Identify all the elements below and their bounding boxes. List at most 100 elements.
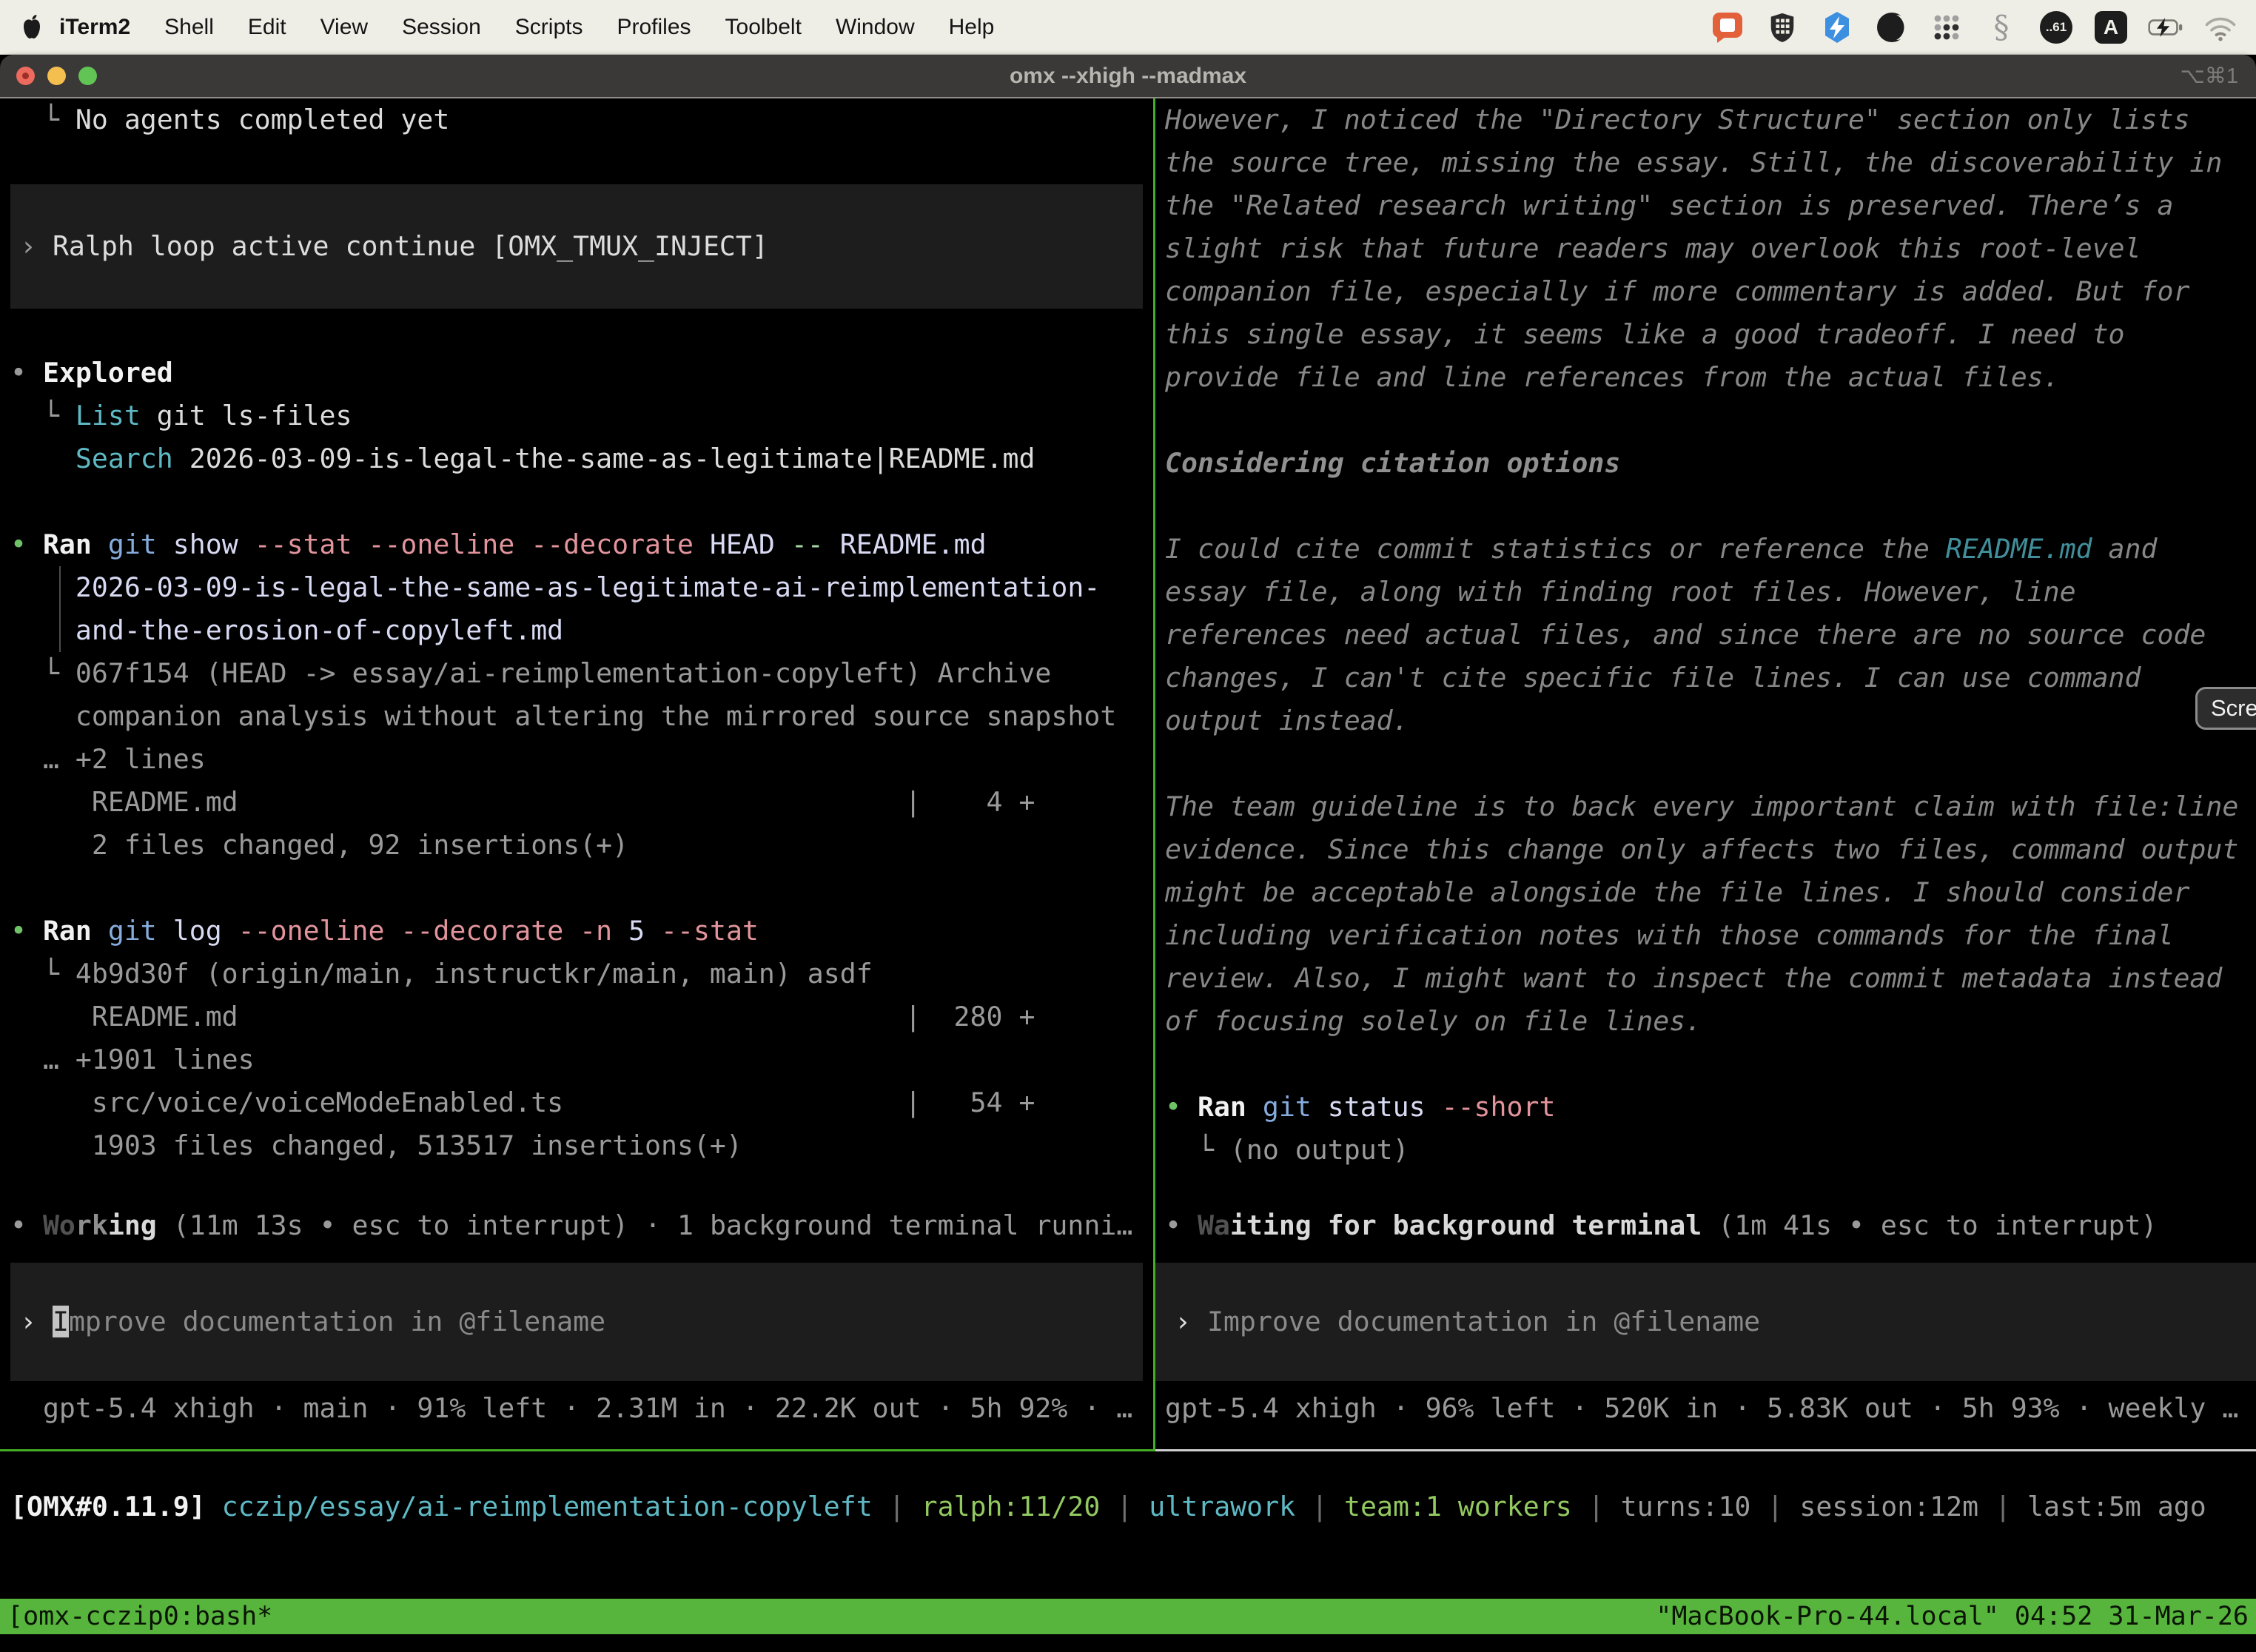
zoom-button[interactable]	[78, 67, 97, 85]
spacing	[1165, 399, 2256, 442]
text-cursor: I	[53, 1306, 69, 1337]
a-icon[interactable]: A	[2093, 10, 2129, 45]
terminal-line: └ (no output)	[1165, 1129, 2256, 1172]
spacing	[10, 1381, 1153, 1387]
menu-shell[interactable]: Shell	[147, 15, 231, 40]
hexagon-bolt-icon[interactable]	[1819, 10, 1855, 45]
spacing	[1165, 1381, 2256, 1387]
terminal-line: However, I noticed the "Directory Struct…	[1165, 98, 2256, 141]
squiggle-icon[interactable]: §	[1984, 10, 2019, 45]
pane-bottom-border	[0, 1449, 2256, 1451]
terminal-line: evidence. Since this change only affects…	[1165, 828, 2256, 871]
terminal-line: of focusing solely on file lines.	[1165, 1000, 2256, 1043]
terminal-line: the "Related research writing" section i…	[1165, 184, 2256, 227]
menu-edit[interactable]: Edit	[231, 15, 303, 40]
terminal-line: gpt-5.4 xhigh · 96% left · 520K in · 5.8…	[1165, 1387, 2256, 1430]
terminal-line: gpt-5.4 xhigh · main · 91% left · 2.31M …	[10, 1387, 1153, 1430]
terminal-line: [OMX#0.11.9] cczip/essay/ai-reimplementa…	[10, 1485, 2256, 1528]
window-controls	[16, 55, 97, 97]
prompt-input[interactable]: › Improve documentation in @filename	[10, 1263, 1143, 1381]
crescent-icon[interactable]	[1874, 10, 1910, 45]
screen: iTerm2ShellEditViewSessionScriptsProfile…	[0, 0, 2256, 1652]
terminal-line: src/voice/voiceModeEnabled.ts | 54 +	[10, 1081, 1153, 1124]
tmux-status-bar: [omx-cczip0:bash* "MacBook-Pro-44.local"…	[0, 1599, 2256, 1634]
spacing	[10, 1247, 1153, 1263]
dot-grid-icon[interactable]	[1929, 10, 1964, 45]
spacing	[1165, 485, 2256, 528]
menu-session[interactable]: Session	[385, 15, 498, 40]
wifi-icon[interactable]	[2203, 10, 2238, 45]
shield-icon[interactable]	[1765, 10, 1800, 45]
terminal-line: … +2 lines	[10, 738, 1153, 781]
window-shortcut-hint: ⌥⌘1	[2180, 63, 2238, 89]
prompt-input[interactable]: › Improve documentation in @filename	[1155, 1263, 2256, 1381]
terminal-line: and-the-erosion-of-copyleft.md	[10, 609, 1153, 652]
terminal-line: changes, I can't cite specific file line…	[1165, 657, 2256, 699]
terminal-line: › Improve documentation in @filename	[20, 1300, 1143, 1343]
chat-app-icon[interactable]	[1710, 10, 1745, 45]
terminal-line: including verification notes with those …	[1165, 914, 2256, 957]
spacing	[10, 141, 1153, 184]
spacing	[10, 480, 1153, 523]
terminal-line: I could cite commit statistics or refere…	[1165, 528, 2256, 571]
menu-toolbelt[interactable]: Toolbelt	[708, 15, 819, 40]
badge-61-icon[interactable]: ..61	[2038, 10, 2074, 45]
flex-spacer	[10, 1167, 1153, 1204]
svg-text:§: §	[1994, 10, 2010, 45]
terminal-line: companion file, especially if more comme…	[1165, 270, 2256, 313]
menu-profiles[interactable]: Profiles	[600, 15, 708, 40]
spacing	[1165, 742, 2256, 785]
terminal-line: output instead.	[1165, 699, 2256, 742]
terminal-line: 2026-03-09-is-legal-the-same-as-legitima…	[10, 566, 1153, 609]
menu-bar-menus: iTerm2ShellEditViewSessionScriptsProfile…	[0, 13, 1011, 42]
apple-icon[interactable]	[21, 13, 46, 42]
terminal-line: • Ran git show --stat --oneline --decora…	[10, 523, 1153, 566]
terminal-line: 1903 files changed, 513517 insertions(+)	[10, 1124, 1153, 1167]
terminal-line: └ 4b9d30f (origin/main, instructkr/main,…	[10, 953, 1153, 995]
left-terminal-pane[interactable]: └ No agents completed yet › Ralph loop ac…	[0, 98, 1153, 1449]
macos-menu-bar: iTerm2ShellEditViewSessionScriptsProfile…	[0, 0, 2256, 55]
terminal-line: • Ran git log --oneline --decorate -n 5 …	[10, 910, 1153, 953]
window-bottom-tail	[0, 1634, 2256, 1652]
menu-window[interactable]: Window	[819, 15, 932, 40]
inactive-pane-border	[1155, 1449, 2256, 1451]
flex-spacer	[1165, 1172, 2256, 1204]
menu-bar-status-icons: § ..61 A	[1710, 10, 2256, 45]
battery-icon[interactable]	[2148, 10, 2183, 45]
terminal-line: README.md | 4 +	[10, 781, 1153, 824]
terminal-line: … +1901 lines	[10, 1038, 1153, 1081]
terminal-line: • Ran git status --short	[1165, 1086, 2256, 1129]
iterm-window: omx --xhigh --madmax ⌥⌘1 └ No agents com…	[0, 55, 2256, 1652]
menu-help[interactable]: Help	[932, 15, 1012, 40]
minimize-button[interactable]	[47, 67, 66, 85]
terminal-line: └ No agents completed yet	[10, 98, 1153, 141]
window-title-bar[interactable]: omx --xhigh --madmax ⌥⌘1	[0, 55, 2256, 98]
spacing	[1165, 1247, 2256, 1263]
menu-items-container: iTerm2ShellEditViewSessionScriptsProfile…	[59, 15, 1011, 40]
spacing	[1165, 1043, 2256, 1086]
window-title: omx --xhigh --madmax	[1010, 64, 1246, 89]
menu-iterm2[interactable]: iTerm2	[59, 15, 147, 40]
close-button[interactable]	[16, 67, 35, 85]
terminal-line: the source tree, missing the essay. Stil…	[1165, 141, 2256, 184]
tmux-host-clock: "MacBook-Pro-44.local" 04:52 31-Mar-26	[1656, 1602, 2249, 1631]
terminal-line: The team guideline is to back every impo…	[1165, 785, 2256, 828]
terminal-line: └ 067f154 (HEAD -> essay/ai-reimplementa…	[10, 652, 1153, 695]
menu-scripts[interactable]: Scripts	[498, 15, 600, 40]
terminal-line: references need actual files, and since …	[1165, 614, 2256, 657]
right-terminal-pane[interactable]: However, I noticed the "Directory Struct…	[1155, 98, 2256, 1449]
terminal-line: provide file and line references from th…	[1165, 356, 2256, 399]
terminal-line: Search 2026-03-09-is-legal-the-same-as-l…	[10, 437, 1153, 480]
terminal-line: › Ralph loop active continue [OMX_TMUX_I…	[20, 225, 1143, 268]
terminal-line: • Explored	[10, 352, 1153, 394]
omx-status-line: [OMX#0.11.9] cczip/essay/ai-reimplementa…	[0, 1451, 2256, 1599]
terminal-line: └ List git ls-files	[10, 394, 1153, 437]
screen-share-button[interactable]: Scre	[2195, 687, 2256, 730]
injected-prompt-box[interactable]: › Ralph loop active continue [OMX_TMUX_I…	[10, 184, 1143, 309]
terminal-line: 2 files changed, 92 insertions(+)	[10, 824, 1153, 867]
terminal-line: Considering citation options	[1165, 442, 2256, 485]
menu-view[interactable]: View	[303, 15, 385, 40]
terminal-line: might be acceptable alongside the file l…	[1165, 871, 2256, 914]
terminal-line: • Waiting for background terminal (1m 41…	[1165, 1204, 2256, 1247]
active-pane-border	[0, 1449, 1155, 1451]
